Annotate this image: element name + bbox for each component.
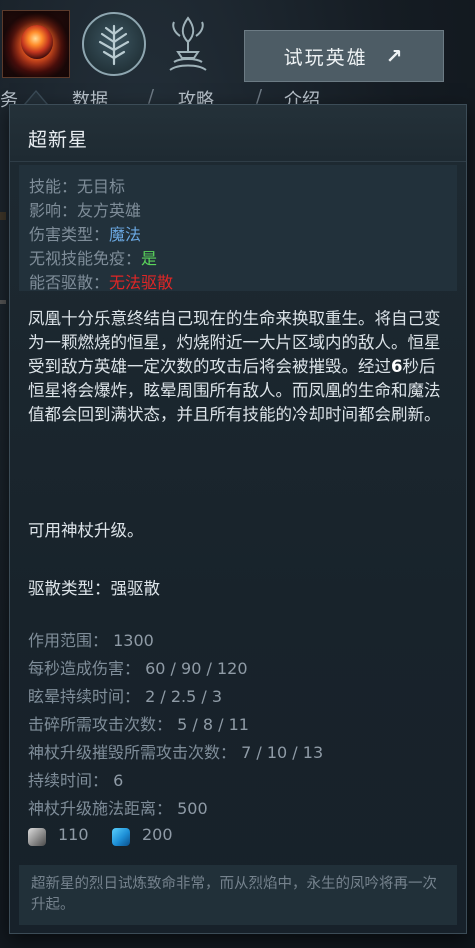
prop-affects: 影响：友方英雄	[29, 201, 142, 220]
stat-stun-duration: 眩晕持续时间： 2 / 2.5 / 3	[28, 687, 223, 706]
tooltip-pointer	[24, 90, 48, 104]
stat-radius: 作用范围： 1300	[28, 631, 154, 650]
cooldown-icon	[28, 828, 46, 846]
mana-cost-value: 200	[142, 825, 173, 844]
relic-icon[interactable]	[156, 12, 220, 76]
prop-damage-type: 伤害类型：魔法	[29, 225, 142, 244]
scepter-tree-icon[interactable]	[82, 12, 146, 76]
cooldown-value: 110	[58, 825, 89, 844]
lore-text: 超新星的烈日试炼致命非常，而从烈焰中，永生的凤吟将再一次升起。	[31, 876, 437, 913]
stat-scepter-cast-range: 神杖升级施法距离： 500	[28, 799, 208, 818]
prop-dispellable: 能否驱散：无法驱散	[29, 273, 174, 292]
try-hero-label: 试玩英雄	[283, 46, 368, 69]
stat-scepter-hits-to-destroy: 神杖升级摧毁所需攻击次数： 7 / 10 / 13	[28, 743, 324, 762]
stat-hits-to-destroy: 击碎所需攻击次数： 5 / 8 / 11	[28, 715, 249, 734]
ability-title: 超新星	[28, 129, 89, 151]
mana-icon	[112, 828, 130, 846]
prop-ability-type: 技能：无目标	[29, 177, 126, 196]
arrow-up-right-icon: ↗	[385, 44, 405, 68]
stat-duration: 持续时间： 6	[28, 771, 124, 790]
background-edge-mark	[0, 300, 6, 304]
background-edge-mark	[0, 212, 6, 220]
stat-damage-per-second: 每秒造成伤害： 60 / 90 / 120	[28, 659, 248, 678]
ability-icon-row: 试玩英雄 ↗	[0, 10, 475, 82]
prop-pierces-immunity: 无视技能免疫：是	[29, 249, 158, 268]
tooltip-header: 超新星	[10, 105, 466, 162]
ability-properties: 技能：无目标 影响：友方英雄 伤害类型：魔法 无视技能免疫：是 能否驱散：无法驱…	[19, 165, 457, 292]
ability-tooltip: 超新星 技能：无目标 影响：友方英雄 伤害类型：魔法 无视技能免疫：是 能否驱散…	[9, 104, 467, 934]
ability-description: 凤凰十分乐意终结自己现在的生命来换取重生。将自己变为一颗燃烧的恒星，灼烧附近一大…	[28, 309, 441, 424]
scepter-note: 可用神杖升级。	[28, 521, 144, 540]
dispel-type: 驱散类型：强驱散	[28, 579, 160, 598]
try-hero-button[interactable]: 试玩英雄 ↗	[244, 30, 444, 82]
lore-box: 超新星的烈日试炼致命非常，而从烈焰中，永生的凤吟将再一次升起。	[19, 865, 457, 925]
supernova-ability-icon[interactable]	[2, 10, 70, 78]
